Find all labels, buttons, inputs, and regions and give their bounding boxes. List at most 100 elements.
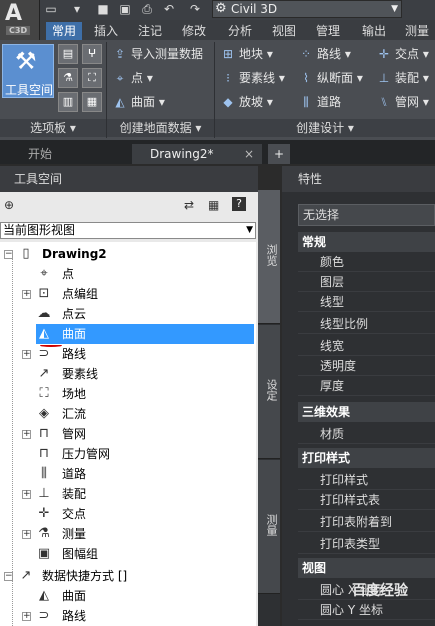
tree-item-corridors[interactable]: ⫼ 道路 [22,464,254,484]
dbconnect-icon[interactable]: ▦ [82,92,102,112]
tree-shortcut-alignments[interactable]: + ⊃ 路线 [22,606,254,626]
selection-select[interactable]: 无选择 [298,204,435,226]
close-icon[interactable]: × [244,144,254,164]
tree-item-view-frame-groups[interactable]: ▣ 图幅组 [22,544,254,564]
tab-start[interactable]: 开始 [0,144,130,164]
expand-icon[interactable]: + [22,530,31,539]
tree-item-assemblies[interactable]: + ⊥ 装配 [22,484,254,504]
properties-palette: 特性 无选择 常规 颜色 图层 线型 线型比例 线宽 透明度 厚度 三维效果 材… [282,166,435,626]
workspace-switcher[interactable]: ⚙ Civil 3D ▼ [212,0,402,18]
corridor-button[interactable]: ⫼ 道路 [298,92,341,112]
prop-linetype-scale[interactable]: 线型比例 [298,314,435,334]
tree-shortcut-surfaces[interactable]: ◭ 曲面 [22,586,254,606]
properties-title[interactable]: 特性 [282,166,435,192]
tree-data-shortcuts[interactable]: − ↗ 数据快捷方式 [] [4,566,254,586]
tree-item-points[interactable]: ⌖ 点 [22,264,254,284]
prop-layer[interactable]: 图层 [298,272,435,292]
tree-item-point-groups[interactable]: + ⊡ 点编组 [22,284,254,304]
tab-drawing2[interactable]: Drawing2* × [132,144,262,164]
tree-item-intersections[interactable]: ✛ 交点 [22,504,254,524]
expand-icon[interactable]: + [22,350,31,359]
sheet-set-icon[interactable]: ▥ [58,92,78,112]
expand-icon[interactable]: + [22,490,31,499]
prop-plot-style-table[interactable]: 打印样式表 [298,490,435,510]
expand-icon[interactable]: + [22,430,31,439]
prop-plot-table-type[interactable]: 打印表类型 [298,534,435,554]
side-tab-prospector[interactable]: 浏览 [258,190,280,324]
tree-root-drawing2[interactable]: − ▯ Drawing2 [4,244,254,264]
tab-view[interactable]: 视图 [266,22,302,40]
tab-survey[interactable]: 测量 [400,22,434,40]
collapse-icon[interactable]: − [4,572,13,581]
tab-annotate[interactable]: 注记 [132,22,168,40]
prop-lineweight[interactable]: 线宽 [298,336,435,356]
tree-item-alignments[interactable]: + ⊃ 路线 [22,344,254,364]
toolspace-grid-icon[interactable]: ▦ [208,198,219,212]
section-view[interactable]: 视图 [298,558,435,578]
tab-analyze[interactable]: 分析 [222,22,258,40]
side-tab-settings[interactable]: 设定 [258,325,280,459]
grading-button[interactable]: ◆ 放坡 ▾ [220,92,272,112]
new-tab-button[interactable]: + [268,144,290,164]
properties-palette-icon[interactable]: ▤ [58,44,78,64]
assembly-button[interactable]: ⊥ 装配 ▾ [376,68,429,88]
toolspace-button[interactable]: ⚒ 工具空间 [2,44,54,98]
view-select[interactable]: 当前图形视图 ▼ [0,222,256,239]
tree-item-sites[interactable]: ⛶ 场地 [22,384,254,404]
app-menu-button[interactable]: A C3D [0,0,40,40]
layer-palette-icon[interactable]: ⵖ [82,44,102,64]
tree-item-point-clouds[interactable]: ☁ 点云 [22,304,254,324]
redo-icon[interactable]: ↷ [188,2,202,16]
tab-output[interactable]: 输出 [356,22,392,40]
section-general[interactable]: 常规 [298,232,435,252]
tree-item-surfaces[interactable]: ◭ 曲面 [36,324,254,344]
plot-icon[interactable]: ⎙ [140,2,154,16]
side-tab-survey[interactable]: 测量 [258,460,280,594]
section-3d-visualization[interactable]: 三维效果 [298,402,435,422]
profile-button[interactable]: ⌇ 纵断面 ▾ [298,68,363,88]
import-survey-button[interactable]: ⇪ 导入测量数据 [112,44,203,64]
open-icon[interactable]: ▾ [70,2,84,16]
toolspace-title[interactable]: 工具空间 [0,166,258,192]
toolspace-refresh-icon[interactable]: ⇄ [184,198,194,212]
intersection-button[interactable]: ✛ 交点 ▾ [376,44,429,64]
tree-item-pipe-networks[interactable]: + ⊓ 管网 [22,424,254,444]
tree-item-pressure-networks[interactable]: ⊓ 压力管网 [22,444,254,464]
collapse-icon[interactable]: − [4,250,13,259]
palettes-panel-label[interactable]: 选项板 ▾ [0,119,106,137]
point-button[interactable]: ⌖ 点 ▾ [112,68,153,88]
save-icon[interactable]: ■ [96,2,110,16]
tab-manage[interactable]: 管理 [310,22,346,40]
create-design-panel-label[interactable]: 创建设计 ▾ [215,119,435,137]
prop-plot-style[interactable]: 打印样式 [298,470,435,490]
alignment-button[interactable]: ⁘ 路线 ▾ [298,44,351,64]
tab-insert[interactable]: 插入 [88,22,124,40]
parcel-button[interactable]: ⊞ 地块 ▾ [220,44,273,64]
prop-plot-table-attached[interactable]: 打印表附着到 [298,512,435,532]
prop-transparency[interactable]: 透明度 [298,356,435,376]
tab-modify[interactable]: 修改 [176,22,212,40]
create-ground-panel-label[interactable]: 创建地面数据 ▾ [107,119,214,137]
tree-item-survey[interactable]: + ⚗ 测量 [22,524,254,544]
surface-button[interactable]: ◭ 曲面 ▾ [112,92,164,112]
undo-icon[interactable]: ↶ [162,2,176,16]
save-as-icon[interactable]: ▣ [118,2,132,16]
expand-icon[interactable]: + [22,290,31,299]
toolspace-pin-icon[interactable]: ⊕ [4,198,14,212]
prop-color[interactable]: 颜色 [298,252,435,272]
toolspace-button-label: 工具空间 [4,83,53,97]
tab-home[interactable]: 常用 [46,22,82,40]
feature-line-button[interactable]: ⁝ 要素线 ▾ [220,68,285,88]
tree-item-catchments[interactable]: ◈ 汇流 [22,404,254,424]
section-plot-style[interactable]: 打印样式 [298,448,435,468]
prop-material[interactable]: 材质 [298,424,435,444]
help-icon[interactable]: ? [232,197,246,211]
prop-thickness[interactable]: 厚度 [298,376,435,396]
expand-icon[interactable]: + [22,612,31,621]
new-file-icon[interactable]: ▭ [44,2,58,16]
prop-linetype[interactable]: 线型 [298,292,435,312]
design-center-icon[interactable]: ⛶ [82,68,102,88]
tool-palette-icon[interactable]: ⚗ [58,68,78,88]
pipe-network-button[interactable]: ⑊ 管网 ▾ [376,92,428,112]
tree-item-feature-lines[interactable]: ↗ 要素线 [22,364,254,384]
